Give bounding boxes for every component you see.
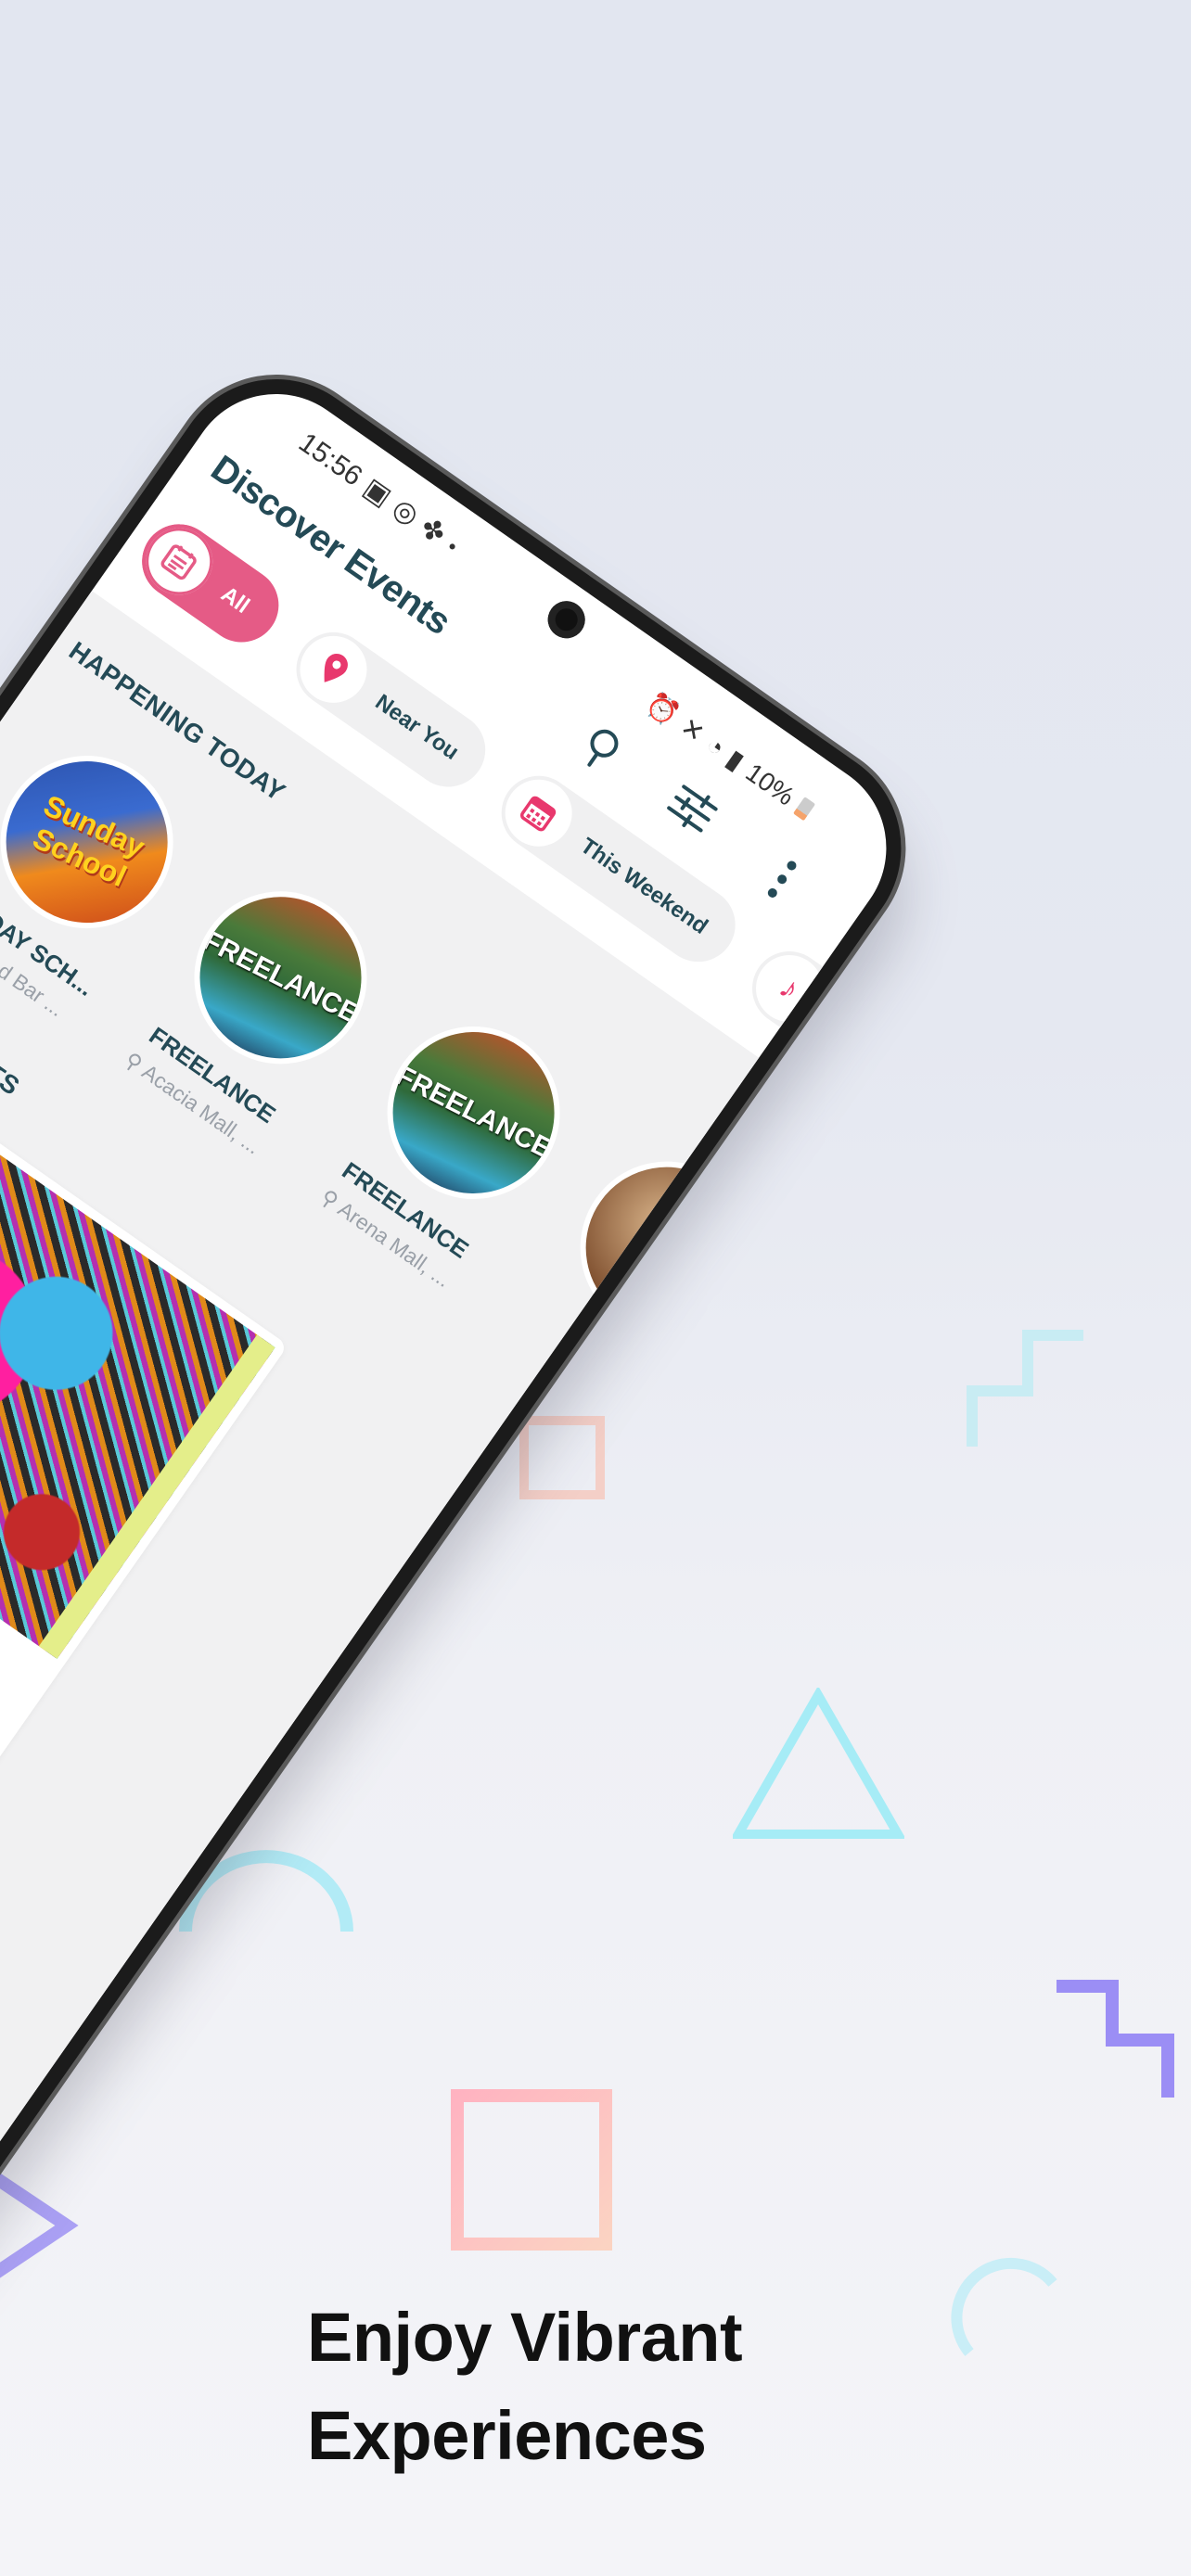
filter-chip-music[interactable]: ♪ [737,937,922,1104]
zigzag-cyan-decoration [967,1330,1083,1447]
battery-text: 10% [740,757,800,811]
music-note-icon: ♪ [742,941,837,1036]
signal-icon: ▮ [721,744,749,776]
pinwheel-icon: ✤ [414,512,452,551]
wifi-icon: ◔ [700,729,731,762]
tagline-line-2: Experiences [307,2397,707,2474]
more-icon[interactable] [762,855,803,903]
alarm-icon: ⏰ [641,688,685,731]
tagline: Enjoy Vibrant Experiences [307,2289,743,2485]
camera-hole [540,593,593,646]
status-time: 15:56 [293,427,368,492]
calendar-list-icon [133,515,226,608]
dot-icon: ● [445,537,461,555]
battery-icon [793,796,816,821]
instagram-icon: ◎ [387,492,425,532]
filter-chip-label: All [216,581,254,618]
chevron-purple-decoration [0,2173,79,2278]
event-image [546,1128,788,1369]
zigzag-purple-decoration [1057,1980,1174,2098]
search-icon[interactable] [574,720,634,780]
square-small-decoration [519,1416,605,1499]
filter-chip-label: This Weekend [575,833,713,939]
calendar-icon [492,766,585,860]
square-large-decoration [451,2089,612,2251]
location-pin-icon [287,622,380,717]
event-location-text: H [574,1364,601,1394]
gallery-icon: ▣ [357,472,397,513]
location-pin-icon: ⚲ [557,1352,584,1382]
filter-chip-label: Near You [370,689,464,765]
filter-icon[interactable] [661,779,723,839]
mute-icon: ✕ [675,711,711,748]
tagline-line-1: Enjoy Vibrant [307,2299,743,2376]
arc-small-decoration [951,2257,1057,2356]
triangle-decoration [733,1688,904,1839]
